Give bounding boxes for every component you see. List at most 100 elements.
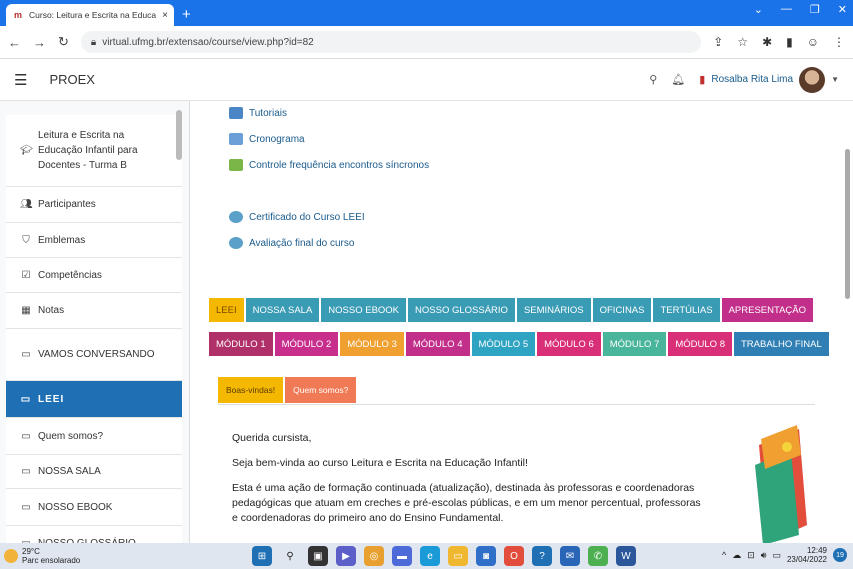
close-window-icon[interactable]: ✕ [838,3,847,16]
resource-link-4[interactable]: Avaliação final do curso [229,237,354,249]
star-icon[interactable]: ☆ [737,35,748,49]
forward-arrow-icon[interactable]: → [33,35,46,50]
welcome-panel: Querida cursista, Seja bem-vinda ao curs… [218,419,815,543]
main-scrollbar[interactable] [843,101,853,543]
course-tab-tabs_row2-2[interactable]: MÓDULO 3 [340,332,404,356]
battery-icon[interactable]: ▭ [772,550,781,561]
course-tab-tabs_row2-5[interactable]: MÓDULO 6 [537,332,601,356]
course-tab-tabs_row1-2[interactable]: NOSSO EBOOK [321,298,407,322]
lock-icon: 🔒︎ [90,36,97,48]
course-tab-tabs_row2-1[interactable]: MÓDULO 2 [274,332,339,356]
resource-link-0[interactable]: Tutoriais [229,107,287,119]
chevron-down-icon[interactable]: ⌄ [754,3,763,16]
bell-icon[interactable]: 🔔︎ [671,73,685,86]
sidebar-item-0[interactable]: 🎓︎ Leitura e Escrita na Educação Infantil… [6,115,182,187]
users-icon: 👥︎ [20,199,33,210]
weather-widget[interactable]: 29°C Parc ensolarado [0,547,150,565]
subtab-1[interactable]: Quem somos? [285,377,357,403]
close-tab-icon[interactable]: × [162,10,168,21]
url-field[interactable]: 🔒︎ virtual.ufmg.br/extensao/course/view.… [80,31,702,53]
minimize-icon[interactable]: — [781,3,792,16]
reload-icon[interactable]: ↻ [58,34,69,50]
new-tab-button[interactable]: + [182,6,191,23]
greeting: Querida cursista, [232,432,312,444]
date: 23/04/2022 [786,555,827,564]
browser-tab[interactable]: m Curso: Leitura e Escrita na Educa × [6,4,174,26]
sidebar-item-3[interactable]: ☑ Competências [6,258,182,293]
teams-chat-icon[interactable]: ▶ [336,546,356,566]
sidebar-item-7[interactable]: ▭ Quem somos? [6,418,182,455]
course-tab-tabs_row2-0[interactable]: MÓDULO 1 [209,332,273,356]
course-tab-tabs_row1-1[interactable]: NOSSA SALA [245,298,320,322]
course-tab-tabs_row1-3[interactable]: NOSSO GLOSSÁRIO [408,298,515,322]
course-tab-tabs_row1-6[interactable]: TERTÚLIAS [653,298,720,322]
windows-taskbar: 29°C Parc ensolarado ⊞ ⚲ ▣ ▶ ◎ ▬ e ▭ ◙ O… [0,543,853,569]
task-view-icon[interactable]: ▣ [308,546,328,566]
sidepanel-icon[interactable]: ▮ [786,35,793,49]
course-tab-tabs_row2-6[interactable]: MÓDULO 7 [602,332,667,356]
user-menu-link[interactable]: ▮ Rosalba Rita Lima ▼ [699,66,839,93]
help-icon[interactable]: ? [532,546,552,566]
sidebar-item-4[interactable]: ▦ Notas [6,293,182,329]
site-name[interactable]: PROEX [49,72,95,87]
network-icon[interactable]: ⊡ [747,550,755,561]
menu-dots-icon[interactable]: ⋮ [833,35,845,49]
sidebar-item-5[interactable]: ▭ VAMOS CONVERSANDO [6,329,182,381]
main-scroll-thumb[interactable] [845,149,850,299]
course-tab-tabs_row2-3[interactable]: MÓDULO 4 [405,332,470,356]
course-tab-tabs_row1-0[interactable]: LEEI [209,298,244,322]
zoom-icon[interactable]: ▬ [392,546,412,566]
back-arrow-icon[interactable]: ← [8,35,21,50]
tray-chevron-icon[interactable]: ^ [722,550,726,560]
feedback-icon [229,237,243,249]
body-text: Esta é uma ação de formação continuada (… [232,482,701,524]
restore-icon[interactable]: ❐ [810,3,820,16]
search-icon[interactable]: ⚲ [649,73,657,86]
edge-icon[interactable]: e [420,546,440,566]
resource-link-3[interactable]: Certificado do Curso LEEI [229,211,365,223]
table-icon: ▦ [21,305,31,316]
extensions-icon[interactable]: ✱ [762,35,772,49]
sidebar-item-10[interactable]: ▭ NOSSO GLOSSÁRIO [6,526,182,543]
resource-link-1[interactable]: Cronograma [229,133,305,145]
search-icon[interactable]: ⚲ [280,546,300,566]
whatsapp-icon[interactable]: ✆ [588,546,608,566]
sidebar-item-2[interactable]: ⛉ Emblemas [6,223,182,258]
subtab-0[interactable]: Boas-vindas! [218,377,284,403]
sidebar-item-8[interactable]: ▭ NOSSA SALA [6,455,182,489]
sidebar-item-label: NOSSO EBOOK [38,501,113,513]
course-tab-tabs_row1-4[interactable]: SEMINÁRIOS [516,298,591,322]
sun-icon [4,549,18,563]
word-icon[interactable]: W [616,546,636,566]
clock[interactable]: 12:49 23/04/2022 [787,546,827,564]
sidebar-item-9[interactable]: ▭ NOSSO EBOOK [6,489,182,526]
resource-link-2[interactable]: Controle frequência encontros síncronos [229,159,429,171]
course-tab-tabs_row1-5[interactable]: OFICINAS [592,298,652,322]
course-tab-tabs_row2-8[interactable]: TRABALHO FINAL [734,332,829,356]
welcome-line: Seja bem-vinda ao curso Leitura e Escrit… [232,457,528,469]
course-tab-tabs_row2-4[interactable]: MÓDULO 5 [471,332,536,356]
windows-start-icon[interactable]: ⊞ [252,546,272,566]
chrome-icon[interactable]: ◎ [364,546,384,566]
sidebar-scrollbar[interactable] [176,110,182,160]
sidebar-item-label: Notas [38,305,65,316]
course-tab-tabs_row2-7[interactable]: MÓDULO 8 [668,332,732,356]
file-explorer-icon[interactable]: ▭ [448,546,468,566]
word-alt-icon[interactable]: ◙ [476,546,496,566]
tabs-row-2: MÓDULO 1 MÓDULO 2 MÓDULO 3 MÓDULO 4 MÓDULO 5… [209,332,831,356]
notifications-badge[interactable]: 19 [833,548,847,562]
profile-icon[interactable]: ☺ [807,35,819,49]
checkbox-icon: ☑ [21,269,31,281]
sidebar-item-1[interactable]: 👥︎ Participantes [6,187,182,223]
opera-icon[interactable]: O [504,546,524,566]
mail-icon[interactable]: ✉ [560,546,580,566]
sidebar-item-label: Emblemas [38,234,86,246]
onedrive-icon[interactable]: ☁ [732,550,741,561]
volume-icon[interactable]: 🔊︎ [761,550,767,561]
sidebar-item-label: VAMOS CONVERSANDO [38,349,155,360]
sidebar-item-6[interactable]: ▭ LEEI [6,381,182,418]
course-tab-tabs_row1-7[interactable]: APRESENTAÇÃO [721,298,814,322]
hamburger-menu-icon[interactable]: ☰ [14,71,27,89]
share-icon[interactable]: ⇪ [713,35,723,49]
system-tray: ^ ☁ ⊡ 🔊︎ ▭ 12:49 23/04/2022 19 [722,546,847,564]
